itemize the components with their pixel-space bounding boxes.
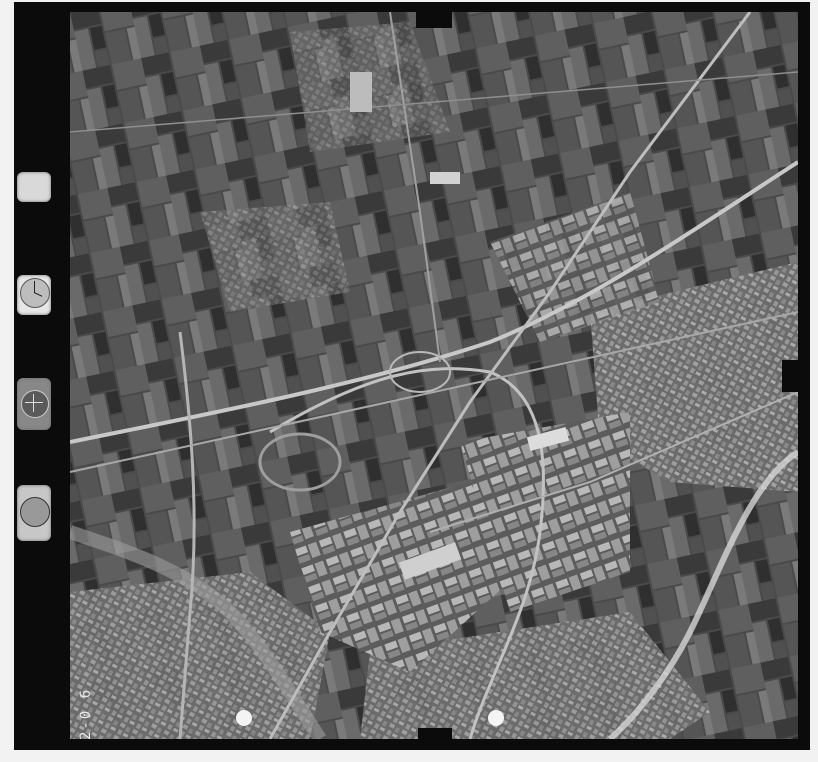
- counter-dial-face: [20, 497, 50, 527]
- aerial-photo-rendering: [70, 12, 798, 739]
- date-plate: [17, 172, 51, 202]
- right-fiducial-notch: [782, 360, 804, 392]
- counter-dial-icon: [17, 485, 51, 541]
- frame-number: 2-0 6: [78, 687, 94, 740]
- level-crosshair: [33, 394, 34, 412]
- fiducial-mark: [488, 710, 504, 726]
- level-bubble: [21, 390, 49, 418]
- level-icon: [17, 378, 51, 430]
- bottom-fiducial-notch: [418, 728, 452, 750]
- aerial-photo: [70, 12, 798, 739]
- top-fiducial-notch: [416, 2, 452, 28]
- clock-icon: [17, 275, 51, 315]
- level-crosshair: [25, 402, 43, 403]
- fiducial-mark: [236, 710, 252, 726]
